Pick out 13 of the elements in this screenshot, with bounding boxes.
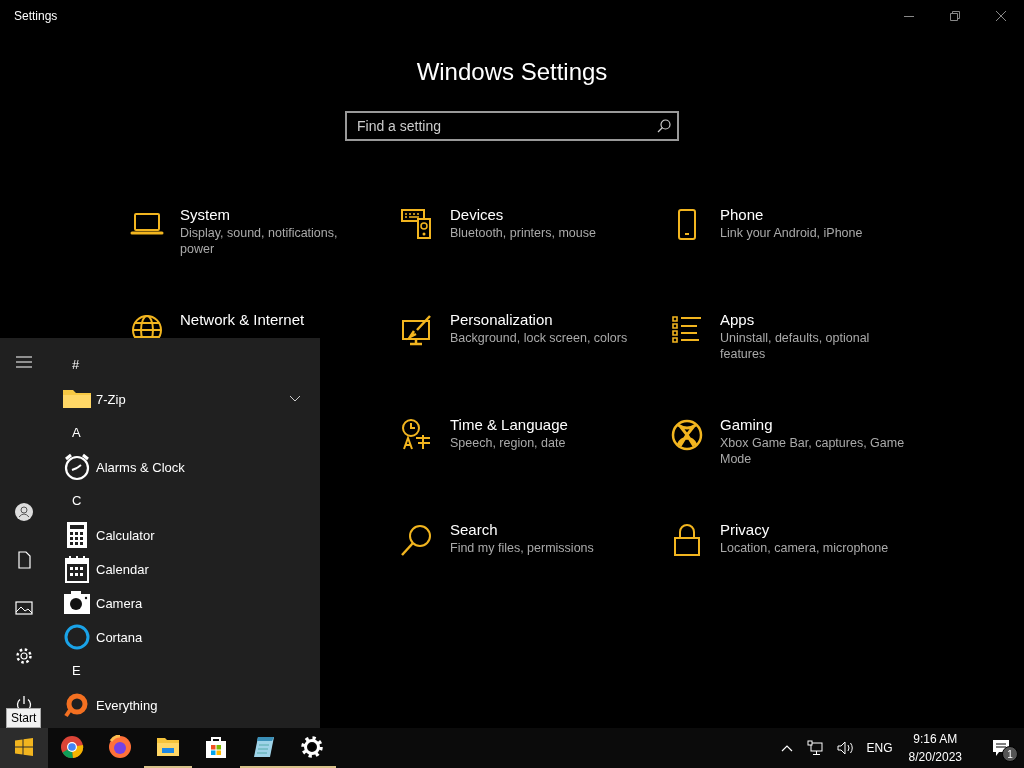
category-description: Bluetooth, printers, mouse xyxy=(450,225,597,241)
category-description: Speech, region, date xyxy=(450,435,567,451)
category-description: Uninstall, defaults, optional features xyxy=(720,330,871,362)
category-description: Link your Android, iPhone xyxy=(720,225,864,241)
page-heading: Windows Settings xyxy=(416,57,608,87)
category-description: Xbox Game Bar, captures, Game Mode xyxy=(720,435,905,467)
window-title: Settings xyxy=(14,9,59,23)
category-description: Location, camera, microphone xyxy=(720,540,890,556)
tooltip: Start xyxy=(6,708,42,728)
category-description: Background, lock screen, colors xyxy=(450,330,629,346)
category-description: Display, sound, notifications, power xyxy=(180,225,339,257)
notification-badge: 1 xyxy=(1002,746,1018,762)
category-description: Find my files, permissions xyxy=(450,540,595,556)
